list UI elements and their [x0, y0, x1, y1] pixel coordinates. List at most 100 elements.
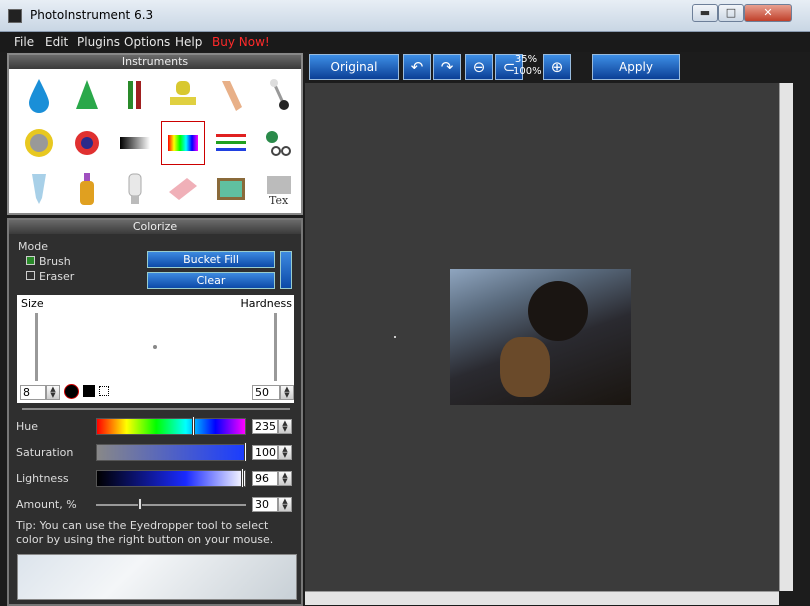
zoom-bottom: 100%: [513, 66, 542, 77]
menu-file[interactable]: File: [14, 35, 34, 49]
menu-bar: File Edit Plugins Options Help Buy Now!: [0, 32, 810, 52]
eraser-label: Eraser: [39, 270, 75, 283]
eye-tool-icon[interactable]: [65, 121, 109, 165]
brush-radio[interactable]: [26, 256, 35, 265]
window-title: PhotoInstrument 6.3: [30, 8, 154, 22]
zoom-in-icon[interactable]: ⊕: [543, 54, 571, 80]
menu-edit[interactable]: Edit: [45, 35, 68, 49]
amount-slider[interactable]: [96, 504, 246, 506]
redo-icon[interactable]: ↷: [433, 54, 461, 80]
badge-tool-icon[interactable]: [17, 121, 61, 165]
options-toggle-button[interactable]: [280, 251, 292, 289]
amount-input[interactable]: 30: [252, 497, 278, 512]
color-preview-strip: [17, 554, 297, 600]
instruments-panel: Instruments Tex: [7, 53, 303, 215]
toolbar: Original ↶ ↷ ⊖ ⊂ 35% 100% ⊕ Apply: [307, 53, 807, 83]
drop-tool-icon[interactable]: [17, 73, 61, 117]
divider: [22, 408, 290, 410]
lightness-label: Lightness: [16, 472, 69, 485]
saturation-spinner[interactable]: ▲ ▼: [278, 445, 292, 460]
amount-handle[interactable]: [138, 498, 142, 510]
saturation-slider[interactable]: [96, 444, 246, 461]
hardness-slider[interactable]: [274, 313, 277, 381]
bottle-tool-icon[interactable]: [65, 167, 109, 211]
clear-button[interactable]: Clear: [147, 272, 275, 289]
size-spinner[interactable]: ▲ ▼: [46, 385, 60, 400]
menu-options[interactable]: Options: [124, 35, 170, 49]
instruments-grid: Tex: [13, 71, 297, 213]
eraser-radio[interactable]: [26, 271, 35, 280]
menu-buy-now[interactable]: Buy Now!: [212, 35, 270, 49]
size-slider[interactable]: [35, 313, 38, 381]
undo-icon[interactable]: ↶: [403, 54, 431, 80]
zoom-top: 35%: [514, 54, 538, 65]
title-bar: PhotoInstrument 6.3 ▬ □ ✕: [0, 0, 810, 32]
bulb-tool-icon[interactable]: [113, 167, 157, 211]
tv-tool-icon[interactable]: [209, 167, 253, 211]
hue-handle[interactable]: [192, 416, 195, 436]
instruments-header: Instruments: [9, 55, 301, 69]
zoom-out-icon[interactable]: ⊖: [465, 54, 493, 80]
clone-scissors-tool-icon[interactable]: [257, 121, 301, 165]
vertical-scrollbar[interactable]: [779, 83, 793, 591]
pin-tool-icon[interactable]: [257, 73, 301, 117]
lightness-slider[interactable]: [96, 470, 246, 487]
apply-button[interactable]: Apply: [592, 54, 680, 80]
photo-preview: [450, 269, 631, 405]
amount-spinner[interactable]: ▲ ▼: [278, 497, 292, 512]
original-button[interactable]: Original: [309, 54, 399, 80]
amount-label: Amount, %: [16, 498, 77, 511]
lines-tool-icon[interactable]: [209, 121, 253, 165]
text-tool-icon[interactable]: Tex: [257, 167, 301, 211]
colorize-panel: Colorize Mode Brush Eraser Bucket Fill C…: [7, 218, 303, 606]
cone-tool-icon[interactable]: [65, 73, 109, 117]
stamp-tool-icon[interactable]: [161, 73, 205, 117]
menu-plugins[interactable]: Plugins: [77, 35, 120, 49]
pencil-brush-tool-icon[interactable]: [113, 73, 157, 117]
lightness-handle[interactable]: [241, 468, 244, 488]
brush-settings-area: Size Hardness 8 ▲ ▼ 50 ▲ ▼: [17, 295, 294, 403]
lightness-input[interactable]: 96: [252, 471, 278, 486]
brush-preview-dot: [153, 345, 157, 349]
app-icon: [8, 9, 22, 23]
tip-text: Tip: You can use the Eyedropper tool to …: [16, 519, 274, 546]
hue-spinner[interactable]: ▲ ▼: [278, 419, 292, 434]
app-window: PhotoInstrument 6.3 ▬ □ ✕ File Edit Plug…: [0, 0, 810, 606]
saturation-label: Saturation: [16, 446, 74, 459]
lightness-spinner[interactable]: ▲ ▼: [278, 471, 292, 486]
size-input[interactable]: 8: [20, 385, 46, 400]
size-label: Size: [21, 297, 44, 310]
colorize-header: Colorize: [9, 220, 301, 234]
person-head: [528, 281, 588, 341]
saturation-input[interactable]: 100: [252, 445, 278, 460]
saturation-handle[interactable]: [244, 442, 247, 462]
hue-label: Hue: [16, 420, 39, 433]
bucket-fill-button[interactable]: Bucket Fill: [147, 251, 275, 268]
hardness-input[interactable]: 50: [252, 385, 280, 400]
tube-tool-icon[interactable]: [17, 167, 61, 211]
svg-text:Tex: Tex: [269, 194, 289, 207]
eraser-tool-icon[interactable]: [161, 167, 205, 211]
colorize-tool-icon[interactable]: [161, 121, 205, 165]
finger-tool-icon[interactable]: [209, 73, 253, 117]
close-button[interactable]: ✕: [744, 4, 792, 22]
horizontal-scrollbar[interactable]: [305, 591, 779, 605]
zoom-level: 35% 100%: [513, 54, 542, 80]
mode-label: Mode: [18, 240, 48, 253]
hardness-spinner[interactable]: ▲ ▼: [280, 385, 294, 400]
menu-help[interactable]: Help: [175, 35, 202, 49]
minimize-button[interactable]: ▬: [692, 4, 718, 22]
image-canvas[interactable]: [305, 83, 779, 604]
dog-head: [500, 337, 550, 397]
maximize-button[interactable]: □: [718, 4, 744, 22]
left-panel: Instruments Tex Colorize Mode Brush Eras…: [7, 53, 303, 606]
round-brush-icon[interactable]: [64, 384, 79, 399]
hardness-label: Hardness: [240, 297, 292, 310]
brush-label: Brush: [39, 255, 71, 268]
cursor-dot: [394, 336, 396, 338]
gradient-tool-icon[interactable]: [113, 121, 157, 165]
hue-input[interactable]: 235: [252, 419, 278, 434]
hue-slider[interactable]: [96, 418, 246, 435]
dotted-brush-icon[interactable]: [99, 386, 109, 396]
square-brush-icon[interactable]: [83, 385, 95, 397]
